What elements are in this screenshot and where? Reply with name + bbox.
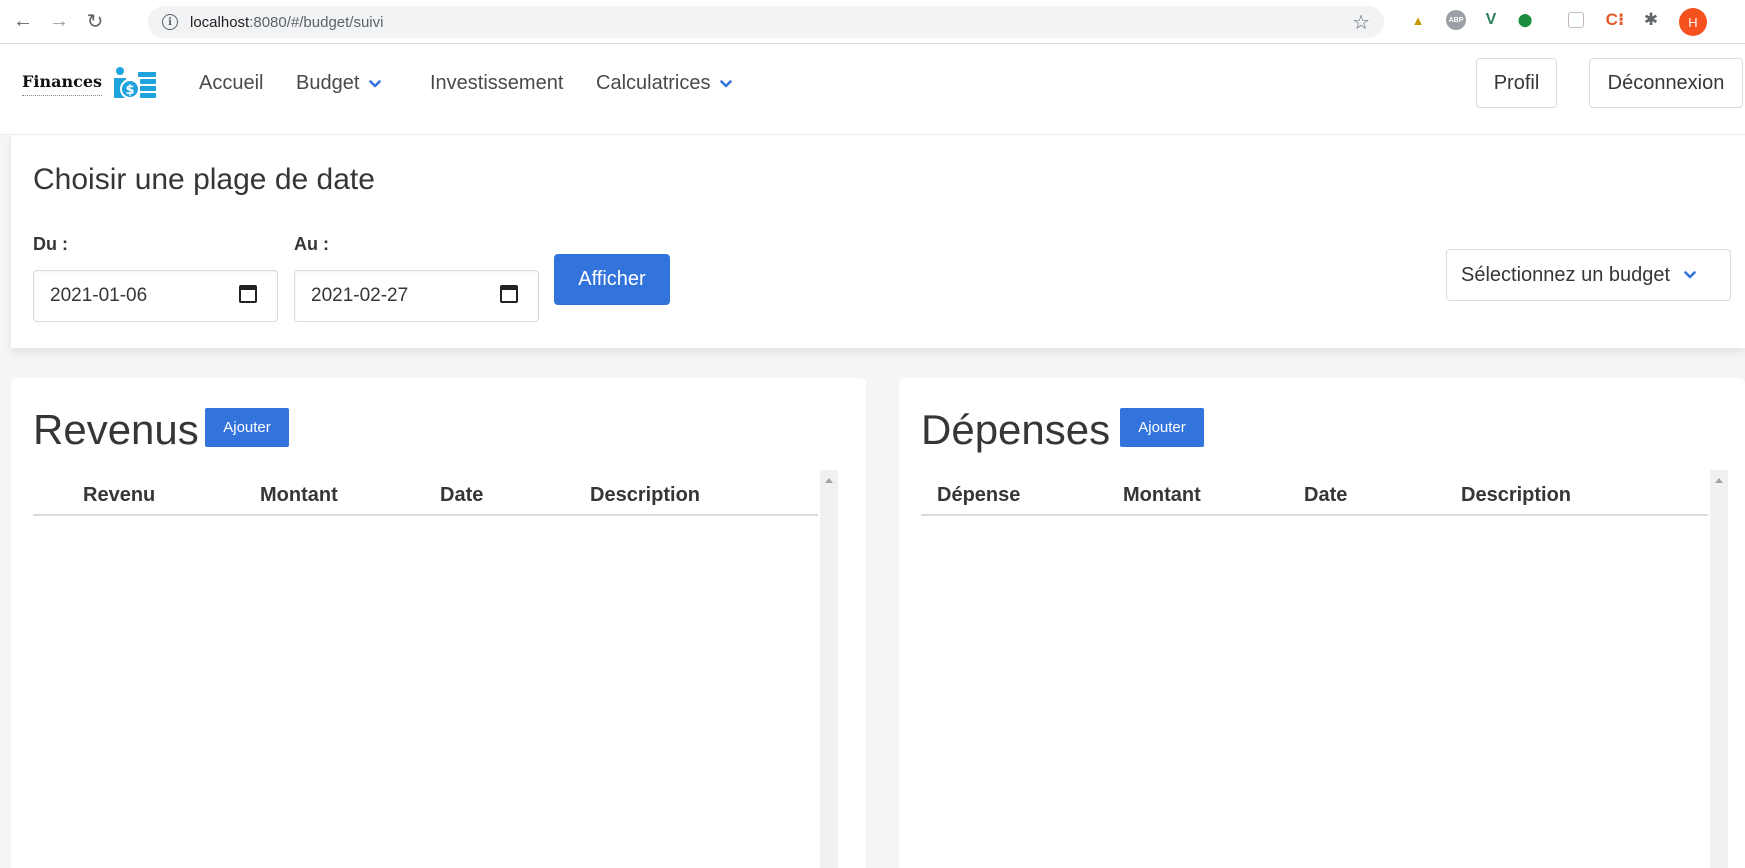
depenses-scrollbar[interactable] [1710, 470, 1728, 868]
nav-calculatrices-label: Calculatrices [596, 72, 711, 94]
svg-text:$: $ [125, 83, 134, 98]
to-date-input[interactable]: 2021-02-27 [294, 270, 539, 322]
box-icon[interactable] [1568, 12, 1584, 28]
afficher-button[interactable]: Afficher [554, 254, 670, 305]
budget-select-value: Sélectionnez un budget [1461, 263, 1671, 286]
to-label: Au : [294, 234, 329, 254]
shield-icon[interactable]: ⬤ [1515, 10, 1535, 30]
revenus-card: Revenus Ajouter Revenu Montant Date Desc… [11, 378, 866, 868]
panel-title: Choisir une plage de date [33, 163, 375, 196]
revenus-scrollbar[interactable] [820, 470, 838, 868]
reload-icon[interactable]: ↻ [82, 9, 108, 35]
finances-logo-icon: $ [114, 67, 156, 99]
revenus-table-header: Revenu Montant Date Description [33, 478, 818, 516]
chevron-down-icon [720, 79, 733, 87]
scroll-up-icon[interactable] [825, 478, 833, 483]
from-label: Du : [33, 234, 68, 254]
url-path: :8080/#/budget/suivi [249, 13, 384, 31]
site-info-icon[interactable]: i [162, 14, 178, 30]
address-bar[interactable]: i localhost:8080/#/budget/suivi ☆ [148, 6, 1384, 38]
budget-select[interactable]: Sélectionnez un budget [1446, 249, 1731, 301]
bookmark-star-icon[interactable]: ☆ [1352, 10, 1370, 35]
back-icon[interactable]: ← [10, 9, 36, 35]
nav-calculatrices[interactable]: Calculatrices [596, 72, 733, 95]
scroll-up-icon[interactable] [1715, 478, 1723, 483]
from-date-value: 2021-01-06 [50, 285, 148, 306]
add-depense-button[interactable]: Ajouter [1120, 408, 1204, 447]
nav-accueil[interactable]: Accueil [199, 72, 263, 95]
to-date-value: 2021-02-27 [311, 285, 409, 306]
profile-avatar[interactable]: H [1679, 8, 1707, 36]
puzzle-icon[interactable]: ✱ [1641, 10, 1661, 30]
column-header[interactable]: Description [1461, 484, 1571, 507]
date-range-panel: Choisir une plage de date Du : 2021-01-0… [11, 135, 1745, 348]
c-icon[interactable]: C⁝ [1605, 10, 1625, 30]
add-revenu-button[interactable]: Ajouter [205, 408, 289, 447]
forward-icon[interactable]: → [46, 9, 72, 35]
depenses-title: Dépenses [921, 406, 1111, 453]
brand[interactable]: Finances $ [22, 66, 158, 102]
vue-devtools-icon[interactable]: V [1481, 10, 1501, 30]
flask-icon[interactable]: ▲ [1408, 10, 1428, 30]
calendar-icon[interactable] [239, 285, 257, 303]
column-header[interactable]: Description [590, 484, 700, 507]
nav-budget-label: Budget [296, 72, 360, 94]
column-header[interactable]: Dépense [937, 484, 1020, 507]
revenus-title: Revenus [33, 406, 199, 453]
app-navbar: Finances $ Accueil Budget Investissement… [0, 44, 1745, 135]
nav-budget[interactable]: Budget [296, 72, 382, 95]
nav-investissement[interactable]: Investissement [430, 72, 563, 95]
column-header[interactable]: Date [1304, 484, 1347, 507]
browser-toolbar: ← → ↻ i localhost:8080/#/budget/suivi ☆ … [0, 0, 1745, 44]
chevron-down-icon [1684, 271, 1696, 279]
column-header[interactable]: Date [440, 484, 483, 507]
nav-accueil-label: Accueil [199, 72, 264, 94]
depenses-table-header: Dépense Montant Date Description [921, 478, 1708, 516]
brand-name: Finances [22, 72, 102, 96]
column-header[interactable]: Revenu [83, 484, 155, 507]
column-header[interactable]: Montant [1123, 484, 1201, 507]
logout-button[interactable]: Déconnexion [1589, 58, 1743, 108]
url-text[interactable]: localhost:8080/#/budget/suivi [190, 14, 383, 31]
url-host: localhost [190, 13, 250, 31]
depenses-card: Dépenses Ajouter Dépense Montant Date De… [899, 378, 1745, 868]
from-date-input[interactable]: 2021-01-06 [33, 270, 278, 322]
profile-button[interactable]: Profil [1476, 58, 1557, 108]
column-header[interactable]: Montant [260, 484, 338, 507]
adblock-icon[interactable]: ABP [1446, 10, 1466, 30]
calendar-icon[interactable] [500, 285, 518, 303]
nav-investissement-label: Investissement [430, 72, 564, 94]
chevron-down-icon [369, 79, 382, 87]
